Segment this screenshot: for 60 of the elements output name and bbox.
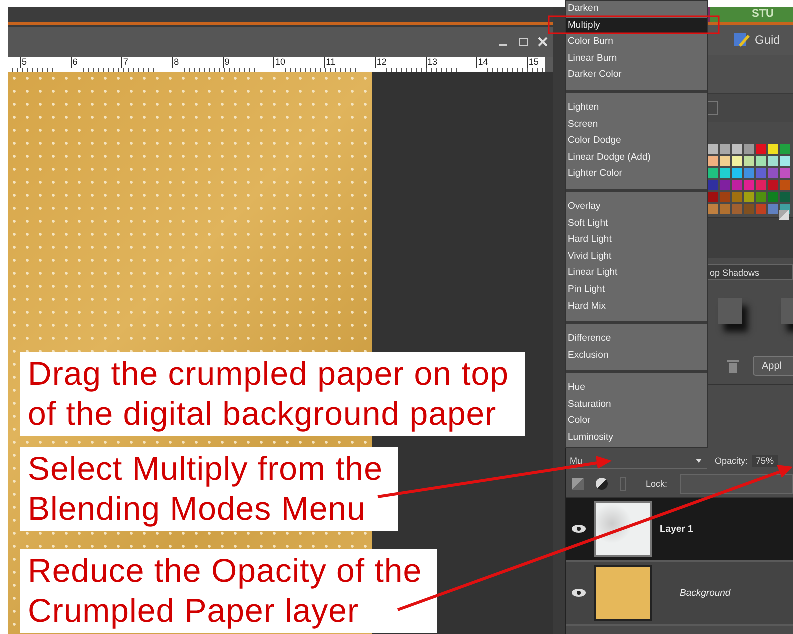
ruler-number: 14 — [476, 57, 527, 68]
eye-icon[interactable] — [572, 525, 586, 533]
color-swatches-drawing[interactable] — [708, 144, 790, 214]
eye-icon[interactable] — [572, 589, 586, 597]
menu-item[interactable]: Darker Color — [566, 67, 707, 84]
apply-button[interactable]: Appl — [753, 356, 793, 376]
ruler-number: 8 — [172, 57, 223, 68]
menu-item[interactable]: Color — [566, 413, 707, 430]
menu-item[interactable]: Color Dodge — [566, 133, 707, 150]
menu-item[interactable]: Hard Mix — [566, 298, 707, 316]
drop-shadow-thumbnail[interactable] — [718, 298, 742, 324]
menu-item[interactable]: Linear Light — [566, 265, 707, 282]
opacity-field[interactable]: 75% — [752, 455, 778, 467]
ruler-number: 5 — [20, 57, 71, 68]
menu-item[interactable]: Exclusion — [566, 348, 707, 364]
pencil-ruler-icon — [733, 32, 751, 48]
menu-item[interactable]: Linear Burn — [566, 50, 707, 68]
menu-item[interactable]: Hue — [566, 380, 707, 397]
menu-item[interactable]: Linear Dodge (Add) — [566, 150, 707, 166]
layer-row[interactable]: Layer 1 — [566, 498, 793, 562]
menu-item[interactable]: Vivid Light — [566, 248, 707, 266]
layer-name: Background — [680, 588, 731, 598]
half-circle-icon[interactable] — [596, 478, 608, 490]
menu-item[interactable]: Lighter Color — [566, 166, 707, 183]
menu-item[interactable]: Soft Light — [566, 216, 707, 232]
layer-row[interactable]: Background — [566, 562, 793, 626]
menu-item[interactable]: Lighten — [566, 100, 707, 117]
opacity-label: Opacity: — [715, 456, 748, 466]
lock-label: Lock: — [646, 479, 668, 489]
menu-item[interactable]: Darken — [566, 1, 707, 18]
menu-item[interactable]: Color Burn — [566, 34, 707, 51]
guide-button[interactable]: Guid — [733, 32, 793, 48]
menu-item[interactable]: Hard Light — [566, 232, 707, 249]
menu-item[interactable]: Overlay — [566, 198, 707, 216]
caret-icon — [696, 458, 702, 462]
annotation-callout: Reduce the Opacity of the Crumpled Paper layer — [20, 549, 437, 633]
layer-thumbnail — [594, 565, 652, 621]
menu-item[interactable]: Luminosity — [566, 430, 707, 447]
layer-thumbnail — [594, 501, 652, 557]
studio-tab[interactable]: STU — [710, 7, 793, 22]
menu-item[interactable]: Pin Light — [566, 282, 707, 298]
trash-icon[interactable] — [727, 359, 739, 373]
ruler-number: 6 — [70, 57, 122, 68]
layer-name: Layer 1 — [660, 524, 694, 534]
annotation-callout: Select Multiply from the Blending Modes Menu — [20, 447, 398, 531]
menu-item[interactable]: Multiply — [566, 18, 707, 34]
restore-icon[interactable] — [517, 36, 529, 48]
annotation-callout: Drag the crumpled paper on top of the digital background paper — [20, 352, 525, 436]
ruler-number: 12 — [374, 57, 426, 68]
ruler-number: 9 — [222, 57, 274, 68]
ruler-number: 11 — [324, 57, 375, 68]
ruler-number: 13 — [426, 57, 476, 68]
menu-item[interactable]: Saturation — [566, 396, 707, 414]
ruler-number: 15 — [526, 57, 539, 68]
ruler-number: 7 — [121, 57, 172, 68]
close-icon[interactable] — [537, 36, 549, 48]
ruler-number: 10 — [273, 57, 324, 68]
menu-item[interactable]: Difference — [566, 331, 707, 348]
effect-dropdown[interactable]: op Shadows — [705, 264, 793, 280]
menu-item[interactable]: Screen — [566, 116, 707, 134]
